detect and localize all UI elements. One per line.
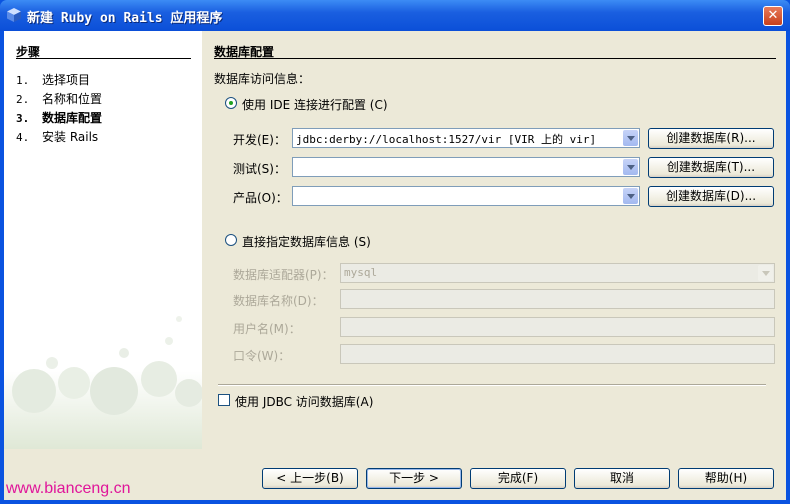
username-label: 用户名(M)：: [233, 322, 301, 336]
direct-db-radio[interactable]: [225, 234, 237, 246]
chevron-down-icon[interactable]: [758, 265, 773, 281]
dev-connection-value: jdbc:derby://localhost:1527/vir [VIR 上的 …: [296, 133, 597, 146]
prod-label: 产品(O)：: [233, 191, 288, 205]
dev-label: 开发(E)：: [233, 133, 286, 147]
decorative-bubbles: [4, 316, 202, 449]
password-label: 口令(W)：: [233, 349, 291, 363]
step-number: 4.: [16, 131, 30, 144]
help-button[interactable]: 帮助(H): [678, 468, 774, 489]
step-number: 1.: [16, 74, 30, 87]
test-connection-select[interactable]: [292, 157, 640, 177]
dialog-body: 步骤 1. 选择项目 2. 名称和位置 3. 数据库配置 4. 安装 Rails 数据库…: [4, 31, 786, 500]
adapter-value: mysql: [344, 266, 378, 279]
window-title: 新建 Ruby on Rails 应用程序: [27, 11, 223, 26]
finish-button[interactable]: 完成(F): [470, 468, 566, 489]
step-number: 2.: [16, 93, 30, 106]
close-button[interactable]: ✕: [763, 6, 783, 26]
step-item-1: 1. 选择项目: [16, 71, 90, 88]
create-test-db-button[interactable]: 创建数据库(T)...: [648, 157, 774, 178]
prod-connection-select[interactable]: [292, 186, 640, 206]
step-label: 名称和位置: [42, 92, 103, 106]
dev-connection-select[interactable]: jdbc:derby://localhost:1527/vir [VIR 上的 …: [292, 128, 640, 148]
step-item-3: 3. 数据库配置: [16, 109, 102, 126]
use-ide-label[interactable]: 使用 IDE 连接进行配置 (C): [242, 96, 388, 113]
use-jdbc-checkbox[interactable]: [218, 394, 230, 406]
chevron-down-icon[interactable]: [623, 130, 638, 146]
use-jdbc-label[interactable]: 使用 JDBC 访问数据库(A): [235, 393, 373, 410]
chevron-down-icon[interactable]: [623, 188, 638, 204]
test-label: 测试(S)：: [233, 162, 286, 176]
create-dev-db-button[interactable]: 创建数据库(R)...: [648, 128, 774, 149]
use-ide-radio[interactable]: [225, 97, 237, 109]
title-bar[interactable]: 新建 Ruby on Rails 应用程序 ✕: [0, 0, 790, 31]
steps-panel: 步骤 1. 选择项目 2. 名称和位置 3. 数据库配置 4. 安装 Rails: [4, 31, 202, 449]
back-button[interactable]: < 上一步(B): [262, 468, 358, 489]
username-field[interactable]: [340, 317, 775, 337]
access-info-label: 数据库访问信息：: [214, 72, 311, 86]
cube-icon: [7, 8, 21, 22]
step-number: 3.: [16, 112, 30, 125]
watermark-text: www.bianceng.cn: [6, 480, 131, 497]
steps-divider: [16, 58, 191, 59]
password-field[interactable]: [340, 344, 775, 364]
chevron-down-icon[interactable]: [623, 159, 638, 175]
cancel-button[interactable]: 取消: [574, 468, 670, 489]
adapter-select[interactable]: mysql: [340, 263, 775, 283]
panel-title-divider: [214, 58, 776, 59]
create-prod-db-button[interactable]: 创建数据库(D)...: [648, 186, 774, 207]
step-item-4: 4. 安装 Rails: [16, 128, 98, 145]
adapter-label: 数据库适配器(P)：: [233, 268, 334, 282]
close-icon: ✕: [767, 8, 779, 23]
db-name-label: 数据库名称(D)：: [233, 294, 324, 308]
direct-db-label[interactable]: 直接指定数据库信息 (S): [242, 233, 371, 250]
next-button[interactable]: 下一步 >: [366, 468, 462, 489]
section-divider: [218, 384, 766, 386]
step-label: 数据库配置: [42, 111, 103, 125]
dialog-window: 新建 Ruby on Rails 应用程序 ✕ 步骤 1. 选择项目 2. 名称和位…: [0, 0, 790, 504]
db-name-field[interactable]: [340, 289, 775, 309]
step-label: 安装 Rails: [42, 130, 99, 144]
step-item-2: 2. 名称和位置: [16, 90, 102, 107]
step-label: 选择项目: [42, 73, 91, 87]
